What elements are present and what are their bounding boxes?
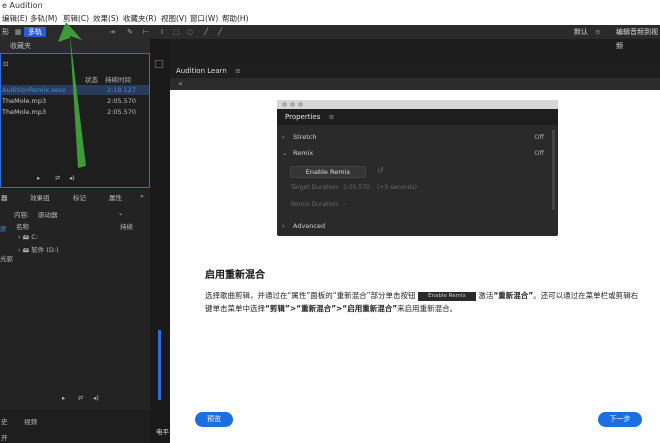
advanced-row: › Advanced — [277, 219, 558, 233]
menu-multitrack[interactable]: 多轨(M) — [30, 12, 57, 25]
window-title: e Audition — [0, 0, 660, 12]
chevron-right-icon: › — [282, 133, 285, 141]
workspace-default[interactable]: 默认 — [574, 25, 588, 39]
drive-c-row[interactable]: › 🖴 C: — [18, 233, 38, 244]
properties-header: Properties ≡ — [277, 109, 558, 125]
files-panel-header: 收藏夹 — [0, 39, 150, 53]
mode-waveform-label[interactable]: 形 — [2, 25, 9, 39]
inline-enable-remix-button: Enable Remix — [417, 291, 476, 301]
reset-icon: ↺ — [377, 166, 384, 175]
tab-history[interactable]: 史 — [1, 416, 8, 426]
window-chrome — [277, 100, 558, 109]
target-duration-label: Target Duration: — [291, 184, 340, 191]
more-tabs-icon[interactable]: » — [140, 192, 144, 200]
back-icon[interactable]: « — [178, 78, 183, 90]
play-icon[interactable]: ▸ — [37, 174, 40, 182]
remix-duration-value: - — [343, 201, 346, 208]
menu-bar: 编辑(E) 多轨(M) 剪辑(C) 效果(S) 收藏夹(R) 视图(V) 窗口(… — [0, 12, 660, 25]
workspace-menu-icon[interactable]: ≡ — [595, 25, 601, 39]
volume-icon[interactable]: ◂) — [93, 394, 99, 402]
toolbar: 形 多轨 ▦ ▬ ⇥ ✎ ⊢ I ⬚ ◌ ╱ ╱ 默认 ≡ 编辑音频到视频 — [0, 25, 660, 50]
tab-markers[interactable]: 标记 — [73, 192, 86, 202]
tab-effects-rack[interactable]: 效果组 — [30, 192, 50, 202]
col-state[interactable]: 状态 — [85, 74, 98, 84]
file-row[interactable]: TheMole.mp3 2:05.570 — [1, 96, 149, 106]
marquee-icon[interactable]: ⬚ — [172, 28, 180, 36]
file-row[interactable]: AuditionRemix.sesx 2:18.127 — [1, 85, 149, 95]
track-toggle-icon[interactable] — [155, 60, 163, 68]
favorites-tab[interactable]: 收藏夹 — [10, 39, 31, 53]
tab-properties[interactable]: 属性 — [109, 192, 122, 202]
col-duration[interactable]: 持续时间 — [105, 74, 131, 84]
slip-tool-icon[interactable]: ⊢ — [142, 28, 150, 36]
bottom-left-panel: 史 视频 开 — [0, 412, 150, 443]
mode-multitrack-button[interactable]: 多轨 — [24, 27, 46, 37]
col-name[interactable]: 名称 — [16, 221, 29, 231]
meter-icon[interactable]: ▬ — [66, 28, 74, 36]
volume-icon[interactable]: ◂) — [69, 174, 75, 182]
chevron-down-icon: ⌄ — [282, 149, 288, 157]
panel-menu-icon[interactable]: ≡ — [235, 67, 241, 75]
learn-panel-title: Audition Learn — [176, 67, 227, 75]
col-duration-media[interactable]: 持续 — [120, 221, 133, 231]
loop-icon[interactable]: ⮂ — [55, 174, 60, 183]
playhead-bar[interactable] — [158, 330, 161, 400]
new-file-icon[interactable]: ⊡ — [3, 60, 8, 68]
lesson-paragraph: 选择歌曲剪辑，并通过在“属性”面板的“重新混合”部分单击按钮 Enable Re… — [205, 291, 639, 313]
menu-clip[interactable]: 剪辑(C) — [63, 12, 89, 25]
menu-view[interactable]: 视图(V) — [161, 12, 187, 25]
heal-icon[interactable]: ╱ — [216, 28, 224, 36]
brush-icon[interactable]: ╱ — [202, 28, 210, 36]
preview-button[interactable]: 预览 — [195, 412, 233, 427]
levels-label: 电平 — [156, 428, 169, 436]
lesson-heading: 启用重新混合 — [205, 270, 265, 281]
side-item-original[interactable]: 原 — [0, 223, 7, 233]
move-tool-icon[interactable]: ⇥ — [108, 28, 116, 36]
remix-duration-label: Remix Duration: — [291, 201, 340, 208]
chevron-right-icon: › — [282, 222, 285, 230]
menu-effects[interactable]: 效果(S) — [93, 12, 119, 25]
file-row[interactable]: TheMole.mp3 2:05.570 — [1, 107, 149, 117]
panel-menu-icon: ≡ — [328, 113, 335, 121]
side-item-cdrom[interactable]: 光驱 — [0, 253, 13, 263]
content-select[interactable]: 驱动器 — [38, 209, 58, 219]
target-duration-extra: (+5 seconds) — [377, 184, 417, 191]
remix-row: ⌄ Remix Off — [277, 146, 558, 160]
play-icon[interactable]: ▸ — [62, 394, 65, 402]
tab-video[interactable]: 视频 — [24, 416, 37, 426]
menu-window[interactable]: 窗口(W) — [190, 12, 218, 25]
status-label: 开 — [1, 434, 8, 442]
media-browser-panel: 器 效果组 标记 属性 » 内容: 驱动器 ⌄ 名称 持续 原 光驱 › 🖴 C… — [0, 190, 150, 410]
tab-media[interactable]: 器 — [1, 192, 8, 202]
learn-toolbar: « — [170, 78, 660, 90]
workspace-edit-video[interactable]: 编辑音频到视频 — [616, 25, 660, 53]
enable-remix-button: Enable Remix — [290, 166, 366, 178]
loop-icon[interactable]: ⮂ — [78, 394, 83, 403]
menu-favorites[interactable]: 收藏夹(R) — [123, 12, 157, 25]
grid-icon[interactable]: ▦ — [14, 28, 22, 36]
chevron-down-icon[interactable]: ⌄ — [118, 209, 123, 217]
menu-help[interactable]: 帮助(H) — [222, 12, 249, 25]
razor-icon[interactable]: ✎ — [126, 28, 134, 36]
window-dot-icon — [298, 102, 303, 107]
content-label: 内容: — [14, 211, 30, 219]
lasso-icon[interactable]: ◌ — [186, 28, 194, 36]
target-duration-value: 2:05.570 — [343, 184, 370, 191]
window-dot-icon — [290, 102, 295, 107]
learn-panel-header: Audition Learn ≡ — [170, 64, 660, 78]
menu-edit[interactable]: 编辑(E) — [2, 12, 28, 25]
scrollbar — [552, 130, 555, 210]
stretch-row: › Stretch Off — [277, 130, 558, 144]
drive-d-row[interactable]: › 🖴 软件 (D:) — [18, 244, 59, 257]
files-panel: ⊡ 状态 持续时间 AuditionRemix.sesx 2:18.127 Th… — [0, 53, 150, 188]
window-dot-icon — [282, 102, 287, 107]
next-button[interactable]: 下一步 — [598, 412, 642, 427]
time-select-icon[interactable]: I — [158, 28, 166, 36]
